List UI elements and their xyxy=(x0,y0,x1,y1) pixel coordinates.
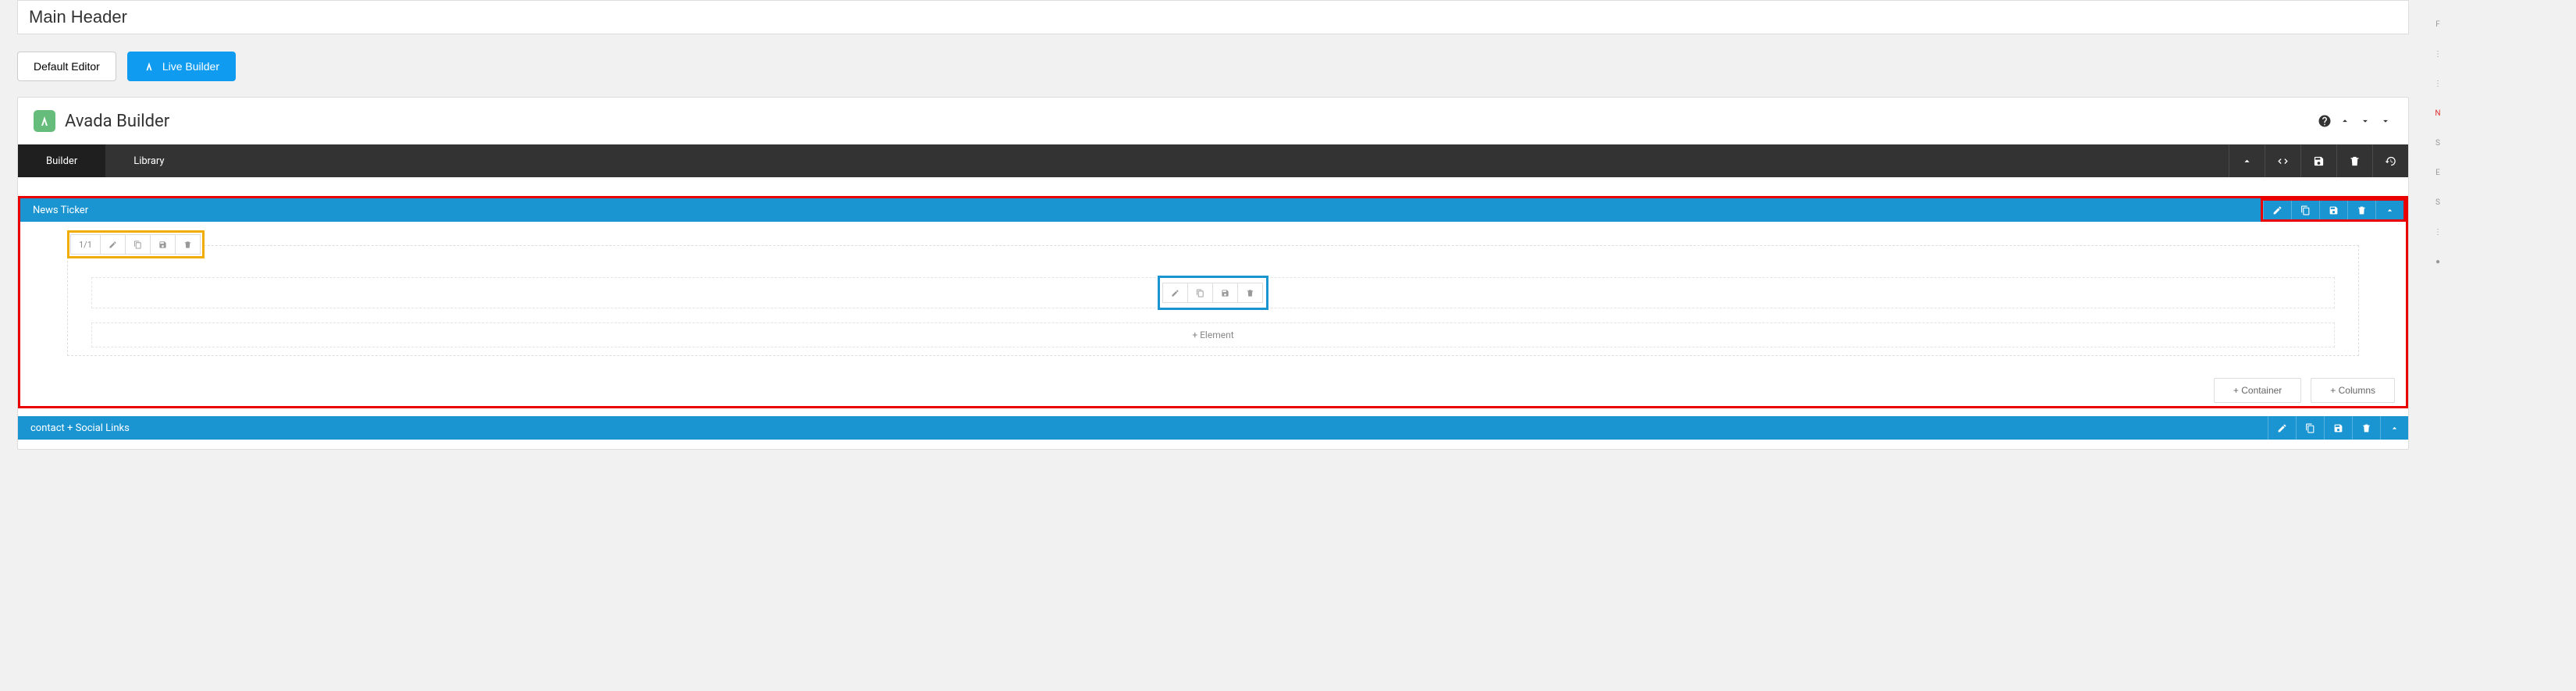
column-clone-icon[interactable] xyxy=(125,234,151,255)
rail-item[interactable]: ⋮ xyxy=(2426,217,2450,247)
avada-logo-icon xyxy=(144,61,155,72)
toolbar-code-icon[interactable] xyxy=(2265,144,2300,177)
rail-item[interactable]: ● xyxy=(2426,247,2450,276)
container-clone-icon[interactable] xyxy=(2296,416,2324,440)
collapse-up-icon[interactable] xyxy=(2338,114,2352,128)
element-clone-icon[interactable] xyxy=(1187,283,1213,303)
container-save-icon[interactable] xyxy=(2324,416,2352,440)
live-builder-label: Live Builder xyxy=(162,60,219,73)
container-trash-icon[interactable] xyxy=(2347,201,2375,219)
builder-tabs-bar: Builder Library xyxy=(18,144,2408,177)
container-actions xyxy=(2261,198,2406,222)
builder-header: Avada Builder xyxy=(18,98,2408,144)
toolbar-history-icon[interactable] xyxy=(2372,144,2408,177)
add-element-button[interactable]: + Element xyxy=(91,322,2335,347)
rail-item[interactable]: S xyxy=(2426,128,2450,158)
builder-brand-label: Avada Builder xyxy=(65,112,169,131)
column-toolbar: 1/1 xyxy=(67,230,205,258)
column-1-1: 1/1 xyxy=(67,245,2359,356)
element-edit-icon[interactable] xyxy=(1162,283,1188,303)
expand-down-icon[interactable] xyxy=(2358,114,2372,128)
right-sidebar-sliver: F ⋮ ⋮ N S E S ⋮ ● xyxy=(2426,0,2450,276)
container-title: contact + Social Links xyxy=(30,422,130,434)
live-builder-button[interactable]: Live Builder xyxy=(127,52,236,81)
element-toolbar xyxy=(1158,276,1268,310)
container-collapse-icon[interactable] xyxy=(2380,416,2408,440)
rail-item[interactable]: F xyxy=(2426,9,2450,39)
element-trash-icon[interactable] xyxy=(1237,283,1263,303)
container-clone-icon[interactable] xyxy=(2291,201,2319,219)
avada-brand-icon xyxy=(34,110,55,132)
column-save-icon[interactable] xyxy=(150,234,176,255)
column-size-button[interactable]: 1/1 xyxy=(70,234,101,255)
element-placeholder[interactable] xyxy=(91,277,2335,308)
container-save-icon[interactable] xyxy=(2319,201,2347,219)
container-actions xyxy=(2268,416,2408,440)
more-menu-icon[interactable] xyxy=(2379,114,2393,128)
column-edit-icon[interactable] xyxy=(100,234,126,255)
rail-item[interactable]: E xyxy=(2426,158,2450,187)
rail-item[interactable]: N xyxy=(2426,98,2450,128)
element-save-icon[interactable] xyxy=(1212,283,1238,303)
rail-item[interactable]: S xyxy=(2426,187,2450,217)
container-edit-icon[interactable] xyxy=(2263,201,2291,219)
container-news-ticker: News Ticker 1/1 xyxy=(18,196,2408,408)
builder-panel: Avada Builder Builder Library xyxy=(17,97,2409,450)
add-columns-button[interactable]: + Columns xyxy=(2311,378,2395,403)
toolbar-save-icon[interactable] xyxy=(2300,144,2336,177)
editor-switch-row: Default Editor Live Builder xyxy=(0,42,2426,97)
container-trash-icon[interactable] xyxy=(2352,416,2380,440)
container-edit-icon[interactable] xyxy=(2268,416,2296,440)
toolbar-collapse-icon[interactable] xyxy=(2229,144,2265,177)
container-contact-social: contact + Social Links xyxy=(18,416,2408,440)
tab-library[interactable]: Library xyxy=(105,144,192,177)
container-title: News Ticker xyxy=(33,205,88,216)
add-container-button[interactable]: + Container xyxy=(2214,378,2301,403)
container-collapse-icon[interactable] xyxy=(2375,201,2403,219)
column-trash-icon[interactable] xyxy=(175,234,201,255)
rail-item[interactable]: ⋮ xyxy=(2426,39,2450,69)
rail-item[interactable]: ⋮ xyxy=(2426,69,2450,98)
toolbar-trash-icon[interactable] xyxy=(2336,144,2372,177)
default-editor-button[interactable]: Default Editor xyxy=(17,52,116,81)
help-icon[interactable] xyxy=(2318,114,2332,128)
tab-builder[interactable]: Builder xyxy=(18,144,105,177)
title-input[interactable] xyxy=(17,0,2409,34)
